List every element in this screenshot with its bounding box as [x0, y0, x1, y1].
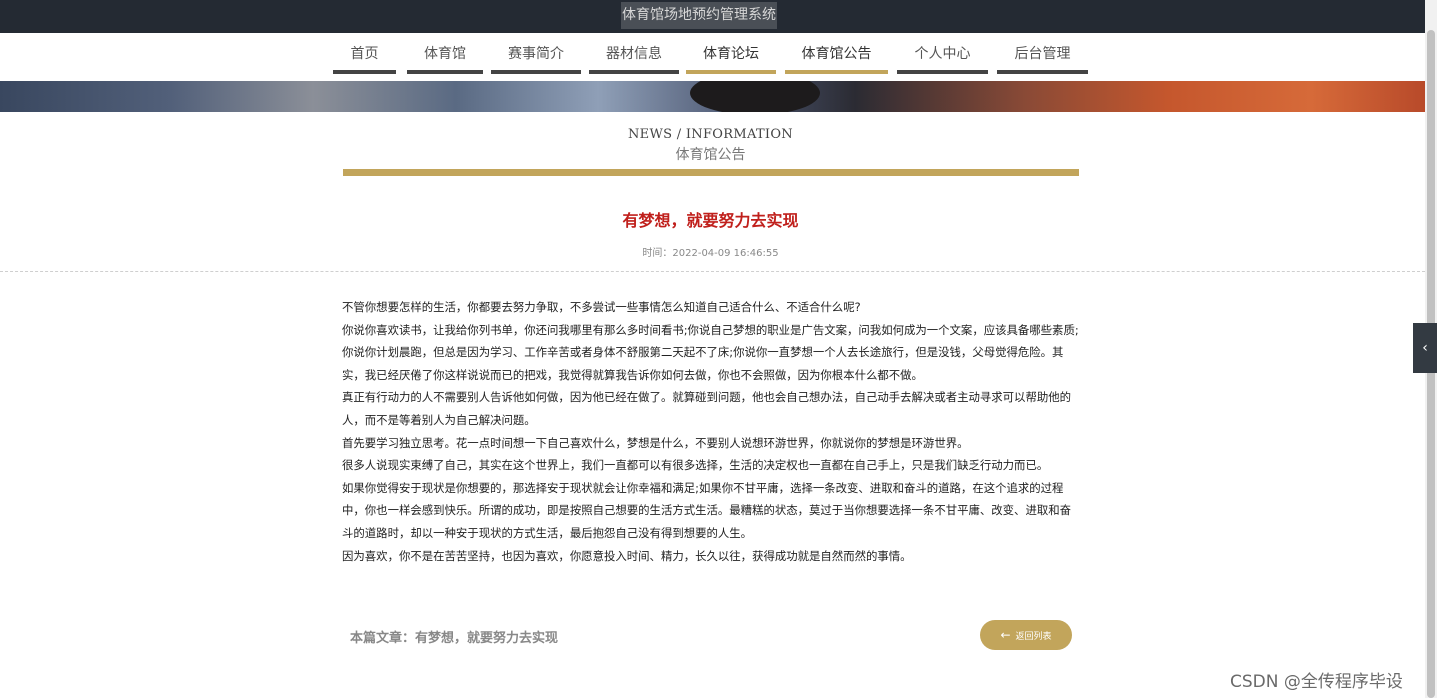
chevron-left-icon: ‹: [1422, 340, 1428, 356]
article-paragraph: 真正有行动力的人不需要别人告诉他如何做，因为他已经在做了。就算碰到问题，他也会自…: [342, 390, 1072, 427]
article-paragraph: 你说你喜欢读书，让我给你列书单，你还问我哪里有那么多时间看书;你说自己梦想的职业…: [342, 322, 1079, 382]
current-article-label: 本篇文章：有梦想，就要努力去实现: [350, 627, 558, 646]
top-bar: 体育馆场地预约管理系统: [0, 0, 1425, 33]
dashed-divider: [0, 271, 1425, 272]
article-title: 有梦想，就要努力去实现: [622, 211, 799, 230]
site-title: 体育馆场地预约管理系统: [621, 2, 777, 29]
banner-image: [0, 81, 1425, 112]
nav-item-forum[interactable]: 体育论坛: [686, 33, 776, 74]
section-title-cn: 体育馆公告: [675, 147, 746, 163]
time-label: 时间：: [642, 248, 673, 259]
current-article-title: 有梦想，就要努力去实现: [415, 631, 559, 646]
section-title-en: NEWS / INFORMATION: [628, 127, 793, 142]
article-paragraph: 首先要学习独立思考。花一点时间想一下自己喜欢什么，梦想是什么，不要别人说想环游世…: [342, 435, 969, 450]
arrow-left-icon: ←: [1000, 628, 1011, 642]
nav-item-admin[interactable]: 后台管理: [997, 33, 1088, 74]
watermark: CSDN @全传程序毕设: [1230, 672, 1403, 692]
article-time: 时间：2022-04-09 16:46:55: [0, 244, 1421, 259]
nav-item-equipment[interactable]: 器材信息: [589, 33, 679, 74]
nav-item-announcements[interactable]: 体育馆公告: [785, 33, 888, 74]
current-article-prefix: 本篇文章：: [350, 631, 416, 646]
article-paragraph: 不管你想要怎样的生活，你都要去努力争取，不多尝试一些事情怎么知道自己适合什么、不…: [342, 300, 861, 314]
main-nav: 首页 体育馆 赛事简介 器材信息 体育论坛 体育馆公告 个人中心 后台管理: [0, 33, 1425, 81]
back-to-list-label: 返回列表: [1015, 632, 1052, 642]
article-paragraph: 如果你觉得安于现状是你想要的，那选择安于现状就会让你幸福和满足;如果你不甘平庸，…: [342, 480, 1072, 540]
article-paragraph: 因为喜欢，你不是在苦苦坚持，也因为喜欢，你愿意投入时间、精力，长久以往，获得成功…: [342, 548, 912, 563]
nav-item-events[interactable]: 赛事简介: [491, 33, 581, 74]
section-divider: [343, 169, 1079, 176]
article-paragraph: 很多人说现实束缚了自己，其实在这个世界上，我们一直都可以有很多选择，生活的决定权…: [342, 458, 1049, 473]
nav-item-home[interactable]: 首页: [333, 33, 396, 74]
article-content: 不管你想要怎样的生活，你都要去努力争取，不多尝试一些事情怎么知道自己适合什么、不…: [342, 296, 1079, 567]
nav-item-profile[interactable]: 个人中心: [897, 33, 988, 74]
time-value: 2022-04-09 16:46:55: [672, 248, 779, 259]
side-panel-toggle[interactable]: ‹: [1413, 323, 1437, 373]
back-to-list-button[interactable]: ← 返回列表: [980, 620, 1072, 650]
nav-item-gym[interactable]: 体育馆: [407, 33, 483, 74]
